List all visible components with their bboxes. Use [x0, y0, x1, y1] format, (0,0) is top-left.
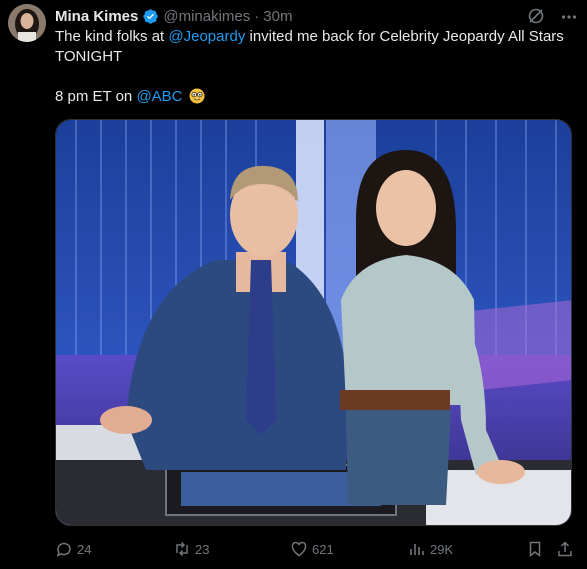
views-icon — [410, 544, 424, 555]
like-count: 621 — [312, 541, 334, 557]
tweet[interactable]: Mina Kimes @minakimes · 30m The kind fol… — [0, 0, 587, 569]
tweet-text-line-1: The kind folks at @Jeopardy invited me b… — [55, 27, 570, 67]
nerd-face-emoji — [189, 88, 205, 104]
share-button[interactable] — [556, 539, 578, 559]
like-button[interactable]: 621 — [290, 539, 334, 559]
reply-button[interactable]: 24 — [55, 539, 91, 559]
reply-icon — [56, 542, 71, 558]
mention-abc[interactable]: @ABC — [136, 88, 182, 105]
author-handle[interactable]: @minakimes — [163, 8, 250, 25]
tweet-text: The kind folks at @Jeopardy invited me b… — [55, 27, 570, 107]
repost-icon — [176, 541, 188, 557]
views-count: 29K — [430, 541, 454, 557]
like-icon — [291, 541, 307, 557]
reply-count: 24 — [77, 541, 92, 557]
bookmark-button[interactable] — [526, 539, 548, 559]
bookmark-icon — [529, 541, 541, 558]
repost-button[interactable]: 23 — [173, 539, 209, 559]
repost-count: 23 — [195, 541, 210, 557]
views-button[interactable]: 29K — [408, 539, 453, 559]
separator-dot: · — [254, 7, 260, 25]
avatar[interactable] — [8, 4, 46, 42]
mention-jeopardy[interactable]: @Jeopardy — [168, 28, 245, 45]
author-name[interactable]: Mina Kimes — [55, 8, 138, 25]
tweet-text-line-2: 8 pm ET on @ABC — [55, 87, 570, 107]
text-segment: 8 pm ET on — [55, 88, 137, 105]
grok-icon[interactable] — [527, 7, 545, 25]
text-segment: The kind folks at — [55, 28, 169, 45]
tweet-photo[interactable] — [55, 119, 572, 526]
timestamp[interactable]: 30m — [263, 8, 292, 25]
tweet-header: Mina Kimes @minakimes · 30m — [55, 6, 292, 26]
verified-badge-icon[interactable] — [142, 8, 159, 25]
action-bar: 24 23 621 29K — [0, 539, 587, 559]
more-icon[interactable] — [561, 9, 577, 25]
share-icon — [558, 541, 572, 557]
